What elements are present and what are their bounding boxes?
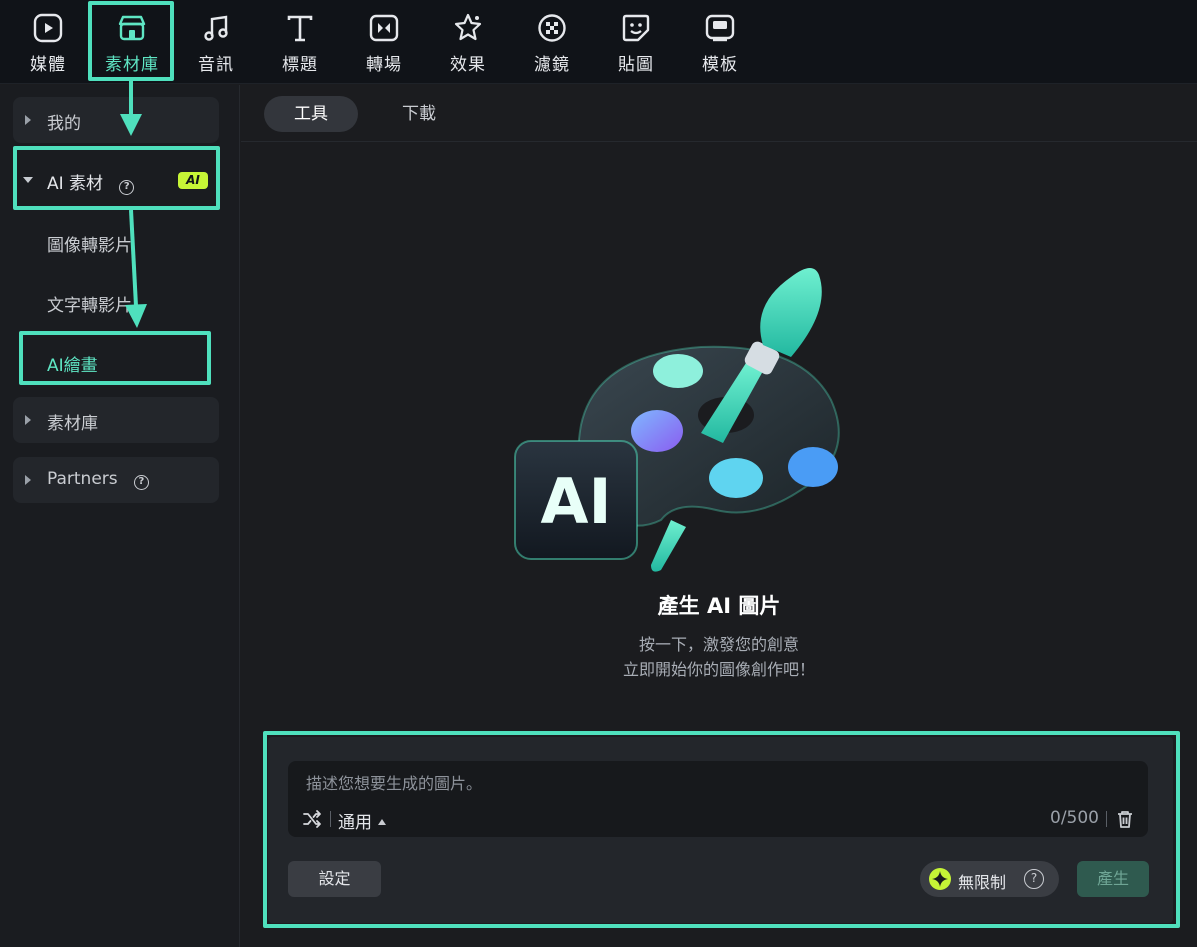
transition-icon: [369, 14, 399, 42]
tab-media-label: 媒體: [30, 55, 66, 75]
tab-effects[interactable]: 效果: [432, 8, 504, 78]
caret-right-icon: [25, 115, 31, 125]
tab-tools[interactable]: 工具: [264, 96, 358, 132]
ai-tile-text: AI: [540, 465, 611, 538]
sidebar-item-label: AI 素材 ?: [47, 169, 135, 195]
sidebar-item-label: 素材庫: [47, 414, 98, 434]
sidebar-item-image-to-video[interactable]: 圖像轉影片: [47, 231, 132, 256]
trash-icon[interactable]: [1116, 809, 1134, 829]
subtab-bar: 工具 下載: [241, 85, 1197, 142]
sidebar-item-label: 我的: [47, 114, 81, 134]
sidebar-item-ai-assets[interactable]: AI 素材 ? AI: [13, 157, 219, 203]
sidebar: 我的 AI 素材 ? AI 圖像轉影片 文字轉影片 AI繪畫 素材庫 Partn…: [0, 85, 240, 947]
tab-templates-label: 模板: [702, 55, 738, 75]
unlimited-label: 無限制: [958, 873, 1007, 892]
caret-right-icon: [25, 475, 31, 485]
prompt-box: 通用 0/500: [288, 761, 1148, 837]
tab-transitions[interactable]: 轉場: [348, 8, 420, 78]
ai-badge: AI: [178, 172, 208, 189]
store-icon: [118, 15, 146, 41]
hero-subtitle-2: 立即開始你的圖像創作吧！: [622, 660, 815, 679]
tab-library-label: 素材庫: [105, 55, 159, 75]
hero-title: 產生 AI 圖片: [657, 594, 781, 618]
caret-right-icon: [25, 415, 31, 425]
tab-effects-label: 效果: [450, 55, 486, 75]
title-icon: [287, 15, 313, 42]
tab-stickers[interactable]: 貼圖: [600, 8, 672, 78]
tab-stickers-label: 貼圖: [618, 55, 654, 75]
music-icon: [204, 15, 228, 41]
tab-downloads[interactable]: 下載: [372, 96, 466, 132]
tab-titles-label: 標題: [282, 55, 318, 75]
style-dropdown[interactable]: 通用: [338, 808, 386, 833]
help-icon[interactable]: ?: [119, 180, 135, 195]
template-icon: [705, 14, 735, 42]
tab-media[interactable]: 媒體: [12, 8, 84, 78]
unlimited-button[interactable]: 無限制 ?: [920, 861, 1059, 897]
tab-titles[interactable]: 標題: [264, 8, 336, 78]
prompt-composer: 通用 0/500 設定 無限制 ? 產生: [268, 737, 1173, 923]
ai-palette-illustration: AI: [514, 267, 840, 572]
filter-icon: [538, 14, 566, 42]
sidebar-item-ai-painting[interactable]: AI繪畫: [47, 351, 98, 376]
shuffle-icon[interactable]: [302, 809, 322, 829]
hero-subtitle-1: 按一下，激發您的創意: [638, 635, 799, 654]
sidebar-item-text-to-video[interactable]: 文字轉影片: [47, 291, 132, 316]
tab-library[interactable]: 素材庫: [96, 8, 168, 78]
caret-up-icon: [378, 819, 386, 825]
caret-down-icon: [23, 177, 33, 183]
media-icon: [33, 13, 63, 43]
tab-templates[interactable]: 模板: [684, 8, 756, 78]
help-icon[interactable]: ?: [1024, 869, 1044, 889]
settings-button[interactable]: 設定: [288, 861, 381, 897]
prompt-input[interactable]: [288, 761, 1148, 805]
sparkle-icon: [929, 868, 951, 890]
sticker-icon: [622, 14, 650, 42]
divider: [330, 811, 331, 827]
sidebar-item-mine[interactable]: 我的: [13, 97, 219, 143]
tab-transitions-label: 轉場: [366, 55, 402, 75]
top-toolbar: 媒體 素材庫 音訊 標題 轉場 效果 濾鏡 貼圖 模板: [0, 0, 1197, 84]
main-panel: 工具 下載 AI 產生 AI 圖片 按一下，激發您的創意 立即開始你的圖像創作吧…: [241, 85, 1197, 947]
tab-audio-label: 音訊: [198, 55, 234, 75]
sidebar-item-label: Partners ?: [47, 469, 149, 490]
divider: [1106, 811, 1107, 827]
help-icon[interactable]: ?: [133, 475, 149, 490]
char-counter: 0/500: [1050, 808, 1099, 828]
tab-audio[interactable]: 音訊: [180, 8, 252, 78]
sidebar-item-partners[interactable]: Partners ?: [13, 457, 219, 503]
tab-filters-label: 濾鏡: [534, 55, 570, 75]
generate-button[interactable]: 產生: [1077, 861, 1149, 897]
effects-icon: [454, 13, 482, 41]
tab-filters[interactable]: 濾鏡: [516, 8, 588, 78]
sidebar-item-library[interactable]: 素材庫: [13, 397, 219, 443]
